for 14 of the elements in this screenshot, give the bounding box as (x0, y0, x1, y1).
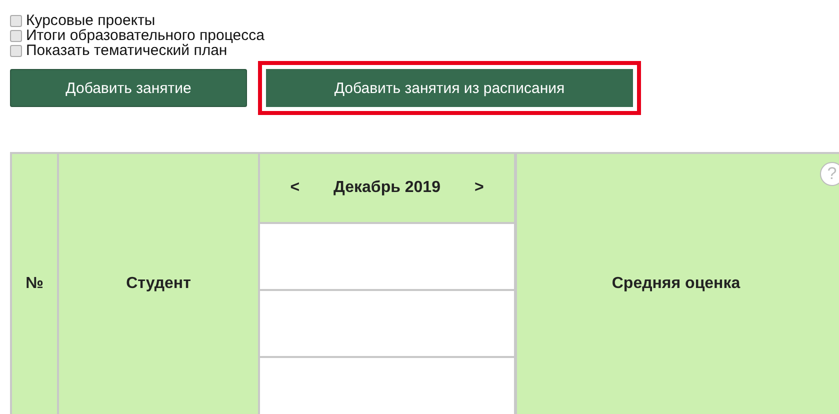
table-header: № (12, 154, 59, 414)
checkbox[interactable] (10, 30, 22, 42)
average-label: Средняя оценка (612, 275, 740, 293)
checkbox[interactable] (10, 14, 22, 26)
checkbox-label: Итоги образовательного процесса (26, 28, 264, 43)
prev-month-button[interactable]: < (286, 179, 304, 197)
checkbox-label: Показать тематический план (26, 43, 228, 58)
month-label: Декабрь 2019 (334, 179, 440, 197)
add-button[interactable]: Добавить занятия из расписания (258, 61, 641, 115)
next-month-button[interactable]: > (470, 179, 488, 197)
table-header: Студент (59, 154, 260, 414)
checkbox-label: Курсовые проекты (26, 13, 156, 28)
add-button[interactable]: Добавить занятие (10, 69, 247, 107)
checkbox[interactable] (10, 44, 22, 56)
